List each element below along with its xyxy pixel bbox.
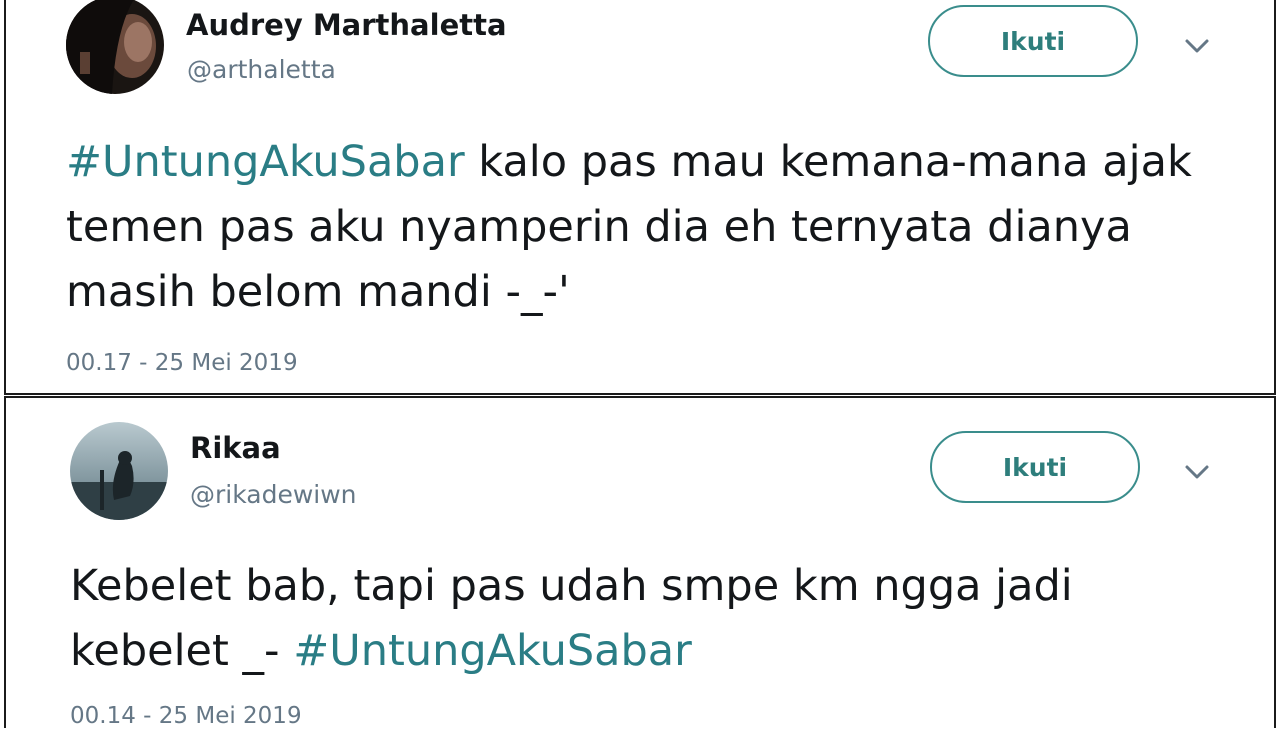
hashtag-link[interactable]: #UntungAkuSabar — [293, 626, 692, 676]
avatar[interactable] — [66, 0, 164, 94]
tweet-timestamp[interactable]: 00.14 - 25 Mei 2019 — [70, 703, 302, 729]
avatar[interactable] — [70, 422, 168, 520]
follow-button[interactable]: Ikuti — [930, 431, 1140, 503]
author-handle[interactable]: @rikadewiwn — [190, 480, 357, 509]
author-name[interactable]: Audrey Marthaletta — [186, 8, 507, 42]
follow-button[interactable]: Ikuti — [928, 5, 1138, 77]
tweet-card: Audrey Marthaletta @arthaletta Ikuti #Un… — [4, 0, 1276, 395]
author-name[interactable]: Rikaa — [190, 431, 281, 465]
chevron-down-icon[interactable] — [1182, 36, 1212, 56]
hashtag-link[interactable]: #UntungAkuSabar — [66, 137, 465, 187]
chevron-down-icon[interactable] — [1182, 462, 1212, 482]
tweet-text: #UntungAkuSabar kalo pas mau kemana-mana… — [66, 130, 1216, 325]
author-handle[interactable]: @arthaletta — [187, 55, 336, 84]
tweet-timestamp[interactable]: 00.17 - 25 Mei 2019 — [66, 350, 298, 376]
tweet-text: Kebelet bab, tapi pas udah smpe km ngga … — [70, 554, 1220, 684]
tweet-card: Rikaa @rikadewiwn Ikuti Kebelet bab, tap… — [4, 396, 1276, 729]
